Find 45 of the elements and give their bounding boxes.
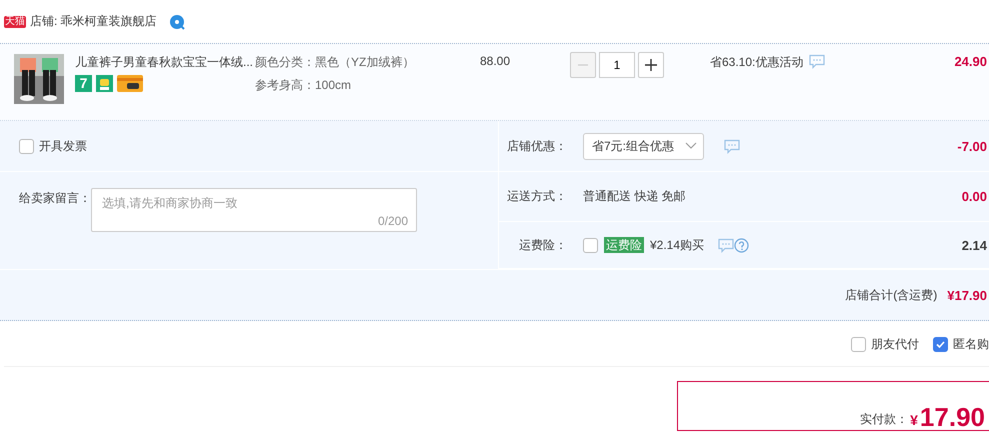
comment-icon[interactable] (724, 138, 740, 154)
store-total-label: 店铺合计(含运费) (845, 286, 938, 304)
store-name[interactable]: 店铺: 乖米柯童装旗舰店 (30, 13, 157, 30)
guarantee-icon (96, 75, 113, 92)
payment-amount: 17.90 (920, 404, 985, 430)
increase-button[interactable] (638, 52, 664, 78)
amount: -7.00 (957, 138, 988, 154)
unit-price: 88.00 (480, 54, 512, 70)
comment-icon[interactable] (809, 54, 826, 69)
product-title[interactable]: 儿童裤子男童春秋款宝宝一体绒... (75, 54, 255, 71)
service-badge: 7 (75, 75, 92, 92)
help-icon[interactable] (734, 238, 750, 252)
message-label: 给卖家留言： (19, 190, 91, 207)
comment-icon[interactable] (718, 238, 734, 252)
field-label: 运送方式： (506, 188, 568, 205)
plus-icon (644, 58, 658, 72)
quantity-field[interactable]: 1 (599, 52, 635, 78)
field-label: 运费险： (518, 236, 568, 254)
option-checkbox[interactable] (933, 337, 948, 352)
insurance-checkbox[interactable] (583, 238, 598, 252)
payment-label: 实付款： (860, 411, 908, 428)
product-attribute: 参考身高：100cm (255, 77, 352, 94)
invoice-label: 开具发票 (39, 138, 87, 154)
field-label: 店铺优惠： (506, 138, 568, 154)
subtotal: 24.90 (953, 54, 988, 71)
amount: 0.00 (962, 189, 988, 204)
insurance-price: ¥2.14购买 (650, 236, 704, 254)
option-label: 匿名购 (953, 336, 989, 353)
option-label: 朋友代付 (871, 336, 919, 353)
store-total: ¥17.90 (947, 288, 987, 302)
shipping-method: 普通配送 快递 免邮 (583, 188, 686, 205)
option-checkbox[interactable] (851, 337, 866, 352)
insurance-tag: 运费险 (604, 237, 644, 253)
invoice-checkbox[interactable] (19, 138, 34, 154)
promo-text: 省63.10:优惠活动 (710, 54, 804, 71)
product-attribute: 颜色分类：黑色（YZ加绒裤） (255, 54, 416, 71)
char-counter: 0/200 (378, 214, 408, 228)
card-icon (117, 75, 143, 92)
chevron-down-icon (685, 142, 697, 150)
chat-icon[interactable] (168, 14, 185, 30)
currency-symbol: ¥ (910, 412, 918, 428)
store-badge: 天猫 (4, 16, 26, 28)
discount-dropdown[interactable]: 省7元:组合优惠 (583, 132, 704, 160)
amount: 2.14 (962, 238, 988, 252)
check-icon (935, 339, 946, 350)
